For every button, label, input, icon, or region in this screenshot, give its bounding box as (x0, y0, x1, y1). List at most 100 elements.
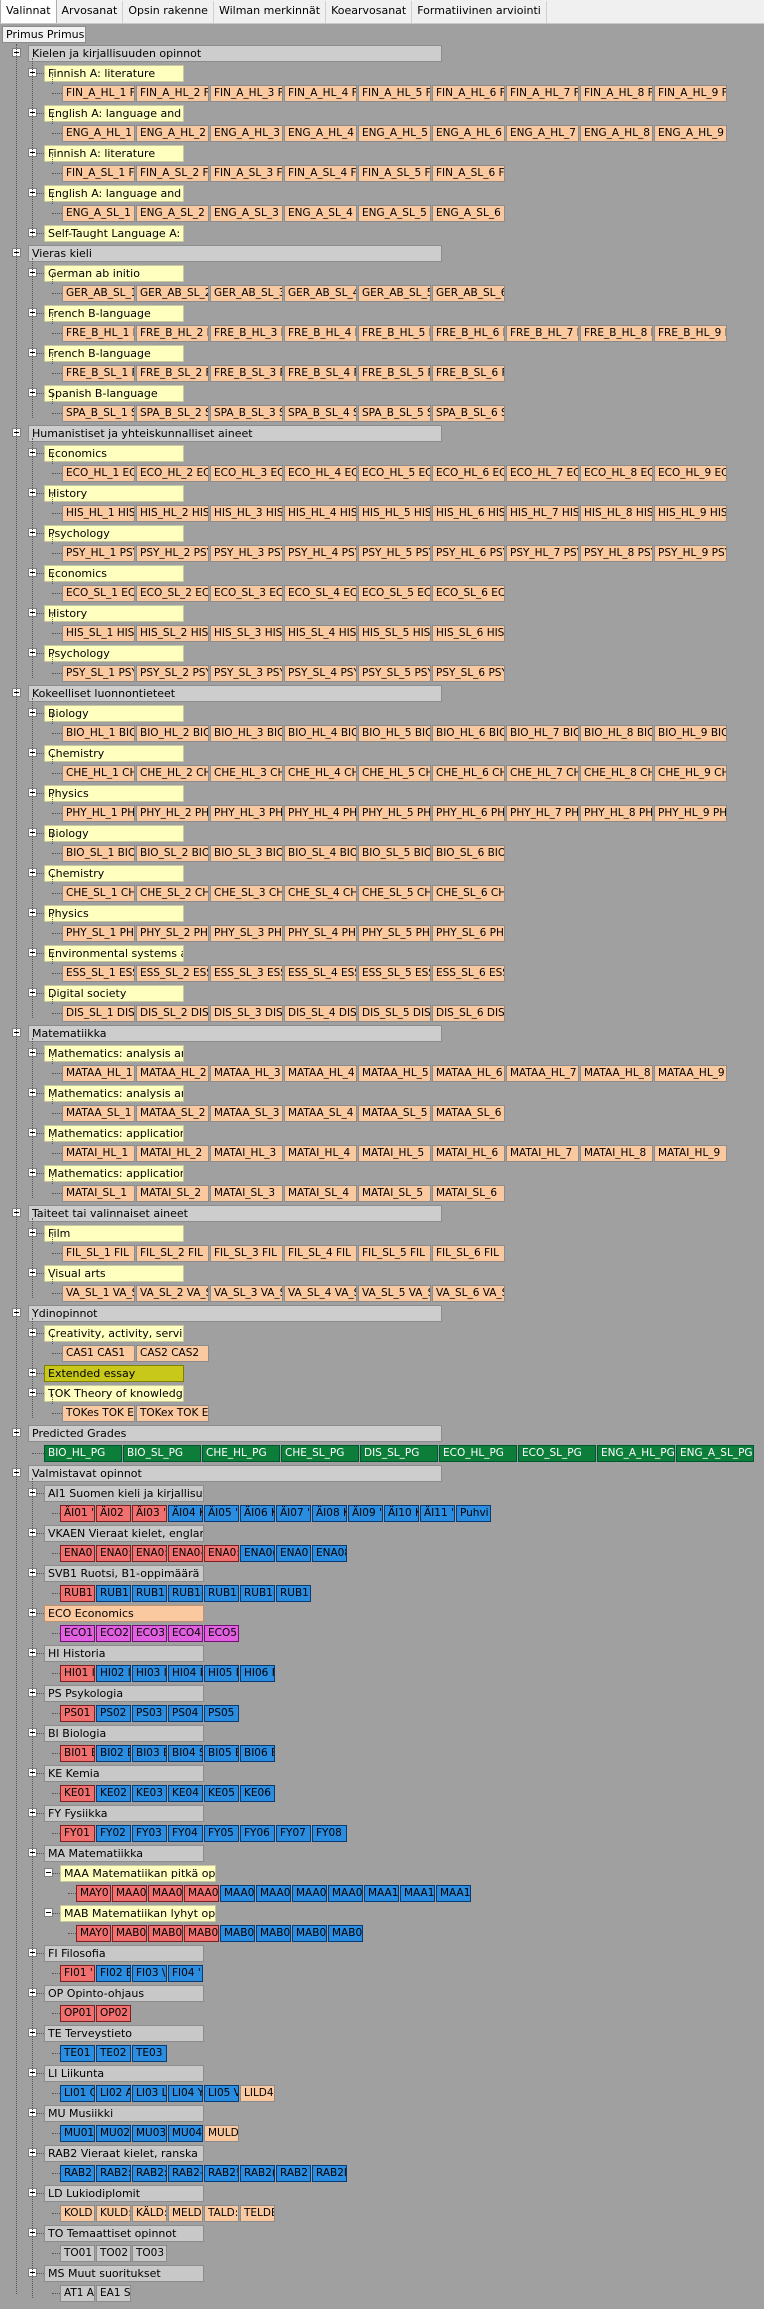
course-chip[interactable]: BI04 S (168, 1745, 203, 1762)
course-chip[interactable]: KOLD (60, 2205, 95, 2222)
course-chip[interactable]: FIN_A_SL_4 F (284, 165, 357, 182)
course-chip[interactable]: HIS_SL_2 HIS (136, 625, 209, 642)
course-chip[interactable]: ECO_HL_6 ECO (432, 465, 505, 482)
course-chip[interactable]: TE02 ' (96, 2045, 131, 2062)
subject-header[interactable]: Mathematics: analysis and a (44, 1085, 184, 1102)
course-chip[interactable]: ESS_SL_6 ESS (432, 965, 505, 982)
course-chip[interactable]: FIL_SL_2 FIL (136, 1245, 209, 1262)
course-chip[interactable]: CHE_SL_3 CHE (210, 885, 283, 902)
course-chip[interactable]: MAA1 (400, 1885, 435, 1902)
course-chip[interactable]: ENG_A_SL_2 E (136, 205, 209, 222)
course-chip[interactable]: MAB0 (220, 1925, 255, 1942)
subject-header[interactable]: Visual arts (44, 1265, 184, 1282)
course-chip[interactable]: RAB2! (204, 2165, 239, 2182)
course-chip[interactable]: PSY_SL_5 PSY (358, 665, 431, 682)
course-chip[interactable]: MAY0 (76, 1885, 111, 1902)
course-chip[interactable]: HIS_HL_7 HIS (506, 505, 579, 522)
course-chip[interactable]: LI01 C (60, 2085, 95, 2102)
course-chip[interactable]: PSY_SL_4 PSY (284, 665, 357, 682)
course-chip[interactable]: ESS_SL_3 ESS (210, 965, 283, 982)
course-chip[interactable]: PHY_SL_6 PHY (432, 925, 505, 942)
course-chip[interactable]: BI03 E (132, 1745, 167, 1762)
course-chip[interactable]: FIN_A_HL_3 F (210, 85, 283, 102)
course-chip[interactable]: FRE_B_HL_3 F (210, 325, 283, 342)
course-chip[interactable]: MELD! (168, 2205, 203, 2222)
course-chip[interactable]: MATAI_HL_3 (210, 1145, 283, 1162)
course-chip[interactable]: TO03 (132, 2245, 167, 2262)
course-chip[interactable]: ECO_HL_8 ECO (580, 465, 653, 482)
course-chip[interactable]: ENG_A_HL_8 E (580, 125, 653, 142)
course-chip[interactable]: KE04 l (168, 1785, 203, 1802)
course-chip[interactable]: PSY_HL_4 PSY (284, 545, 357, 562)
course-chip[interactable]: BIO_HL_7 BIO (506, 725, 579, 742)
predicted-grade-chip[interactable]: CHE_HL_PG (202, 1445, 280, 1462)
subject-header[interactable]: BI Biologia (44, 1725, 204, 1742)
tab-0[interactable]: Valinnat (0, 0, 57, 23)
subject-header[interactable]: Economics (44, 565, 184, 582)
course-chip[interactable]: FRE_B_HL_8 F (580, 325, 653, 342)
course-chip[interactable]: ENA0- (168, 1545, 203, 1562)
course-chip[interactable]: BI05 E (204, 1745, 239, 1762)
subject-header[interactable]: SVB1 Ruotsi, B1-oppimäärä (44, 1565, 204, 1582)
course-chip[interactable]: LILD4 (240, 2085, 275, 2102)
course-chip[interactable]: ENG_A_HL_3 E (210, 125, 283, 142)
course-chip[interactable]: MULD( (204, 2125, 239, 2142)
course-chip[interactable]: MAA0 (328, 1885, 363, 1902)
course-chip[interactable]: MATAA_HL_5 (358, 1065, 431, 1082)
course-chip[interactable]: MATAI_HL_8 (580, 1145, 653, 1162)
course-chip[interactable]: MU01 (60, 2125, 95, 2142)
course-chip[interactable]: BIO_HL_3 BIO (210, 725, 283, 742)
course-chip[interactable]: FRE_B_HL_9 F (654, 325, 727, 342)
course-chip[interactable]: PS05 ' (204, 1705, 239, 1722)
course-chip[interactable]: PSY_HL_8 PSY (580, 545, 653, 562)
course-chip[interactable]: KULD: (96, 2205, 131, 2222)
course-chip[interactable]: FIN_A_SL_3 F (210, 165, 283, 182)
course-chip[interactable]: ECO_SL_2 ECO (136, 585, 209, 602)
course-chip[interactable]: MATAI_SL_2 (136, 1185, 209, 1202)
course-chip[interactable]: RUB1: (132, 1585, 167, 1602)
course-chip[interactable]: MATAA_SL_2 (136, 1105, 209, 1122)
course-chip[interactable]: ECO4 (168, 1625, 203, 1642)
course-chip[interactable]: LI04 Y (168, 2085, 203, 2102)
course-chip[interactable]: MATAI_HL_9 (654, 1145, 727, 1162)
course-chip[interactable]: CHE_HL_8 CHE (580, 765, 653, 782)
course-chip[interactable]: FRE_B_SL_3 F (210, 365, 283, 382)
course-chip[interactable]: MATAA_SL_5 (358, 1105, 431, 1122)
course-chip[interactable]: MAB0 (148, 1925, 183, 1942)
course-chip[interactable]: MATAI_HL_6 (432, 1145, 505, 1162)
course-chip[interactable]: MATAA_SL_6 (432, 1105, 505, 1122)
course-chip[interactable]: GER_AB_SL_1 (62, 285, 135, 302)
course-chip[interactable]: ENG_A_HL_4 E (284, 125, 357, 142)
course-chip[interactable]: MATAA_HL_9 (654, 1065, 727, 1082)
course-chip[interactable]: HIS_SL_4 HIS (284, 625, 357, 642)
course-chip[interactable]: RAB2: (132, 2165, 167, 2182)
course-chip[interactable]: ENG_A_SL_4 E (284, 205, 357, 222)
course-chip[interactable]: FRE_B_HL_5 F (358, 325, 431, 342)
course-chip[interactable]: FY08 (312, 1825, 347, 1842)
course-chip[interactable]: HIS_HL_8 HIS (580, 505, 653, 522)
subject-header[interactable]: Mathematics: analysis and a (44, 1045, 184, 1062)
course-chip[interactable]: MAA0 (292, 1885, 327, 1902)
subject-header[interactable]: Mathematics: applications ar (44, 1165, 184, 1182)
course-chip[interactable]: PHY_HL_3 PHY (210, 805, 283, 822)
course-chip[interactable]: EA1 S (96, 2285, 131, 2302)
tab-5[interactable]: Formatiivinen arviointi (412, 1, 547, 23)
tab-1[interactable]: Arvosanat (57, 1, 124, 23)
course-chip[interactable]: PSY_HL_6 PSY (432, 545, 505, 562)
course-chip[interactable]: PHY_HL_5 PHY (358, 805, 431, 822)
course-chip[interactable]: TO01 (60, 2245, 95, 2262)
course-chip[interactable]: PHY_SL_1 PHY (62, 925, 135, 942)
course-chip[interactable]: LI05 V (204, 2085, 239, 2102)
course-chip[interactable]: PSY_HL_3 PSY (210, 545, 283, 562)
subject-header[interactable]: Chemistry (44, 745, 184, 762)
course-chip[interactable]: FIN_A_SL_5 F (358, 165, 431, 182)
course-chip[interactable]: MAA1 (364, 1885, 399, 1902)
subject-header[interactable]: History (44, 485, 184, 502)
course-chip[interactable]: FIN_A_SL_6 F (432, 165, 505, 182)
course-chip[interactable]: FI02 E (96, 1965, 131, 1982)
course-chip[interactable]: ENA0: (96, 1545, 131, 1562)
course-chip[interactable]: RUB1: (96, 1585, 131, 1602)
course-chip[interactable]: PSY_SL_3 PSY (210, 665, 283, 682)
subject-header[interactable]: Creativity, activity, service (44, 1325, 184, 1342)
predicted-grade-chip[interactable]: BIO_SL_PG (123, 1445, 201, 1462)
